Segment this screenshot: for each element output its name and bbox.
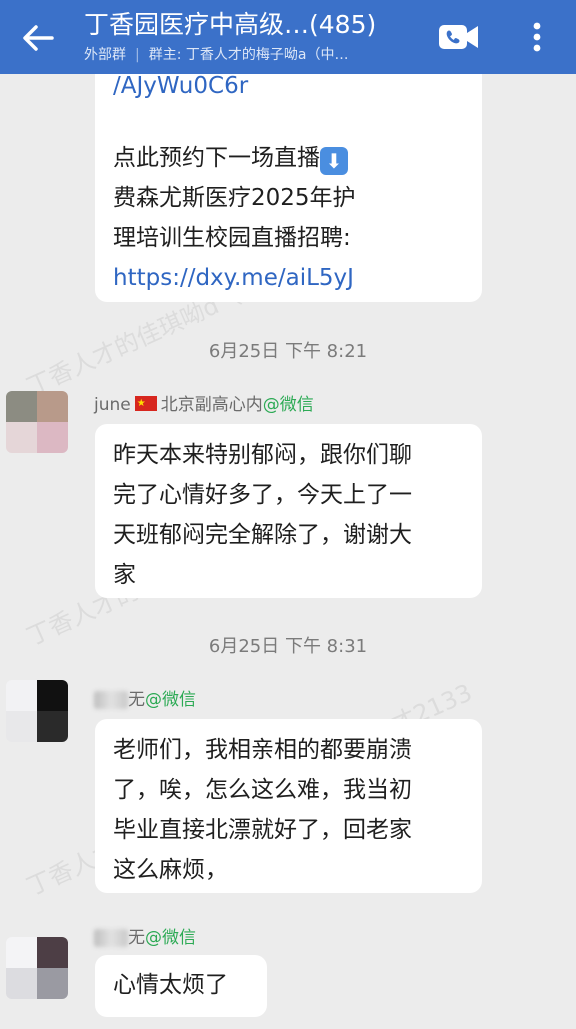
message-text: 老师们，我相亲相的都要崩溃: [113, 737, 412, 763]
group-type: 外部群: [84, 47, 126, 63]
message-text: 毕业直接北漂就好了，回老家: [113, 817, 412, 843]
group-subtitle: 外部群 | 群主: 丁香人才的梅子呦a（中…: [84, 47, 349, 63]
timestamp: 6月25日 下午 8:21: [208, 341, 368, 362]
message-bubble[interactable]: 昨天本来特别郁闷，跟你们聊 完了心情好多了，今天上了一 天班郁闷完全解除了，谢谢…: [95, 424, 482, 598]
message-text: 这么麻烦，: [113, 857, 228, 883]
message-bubble[interactable]: 心情太烦了: [95, 955, 267, 1017]
group-owner: 群主: 丁香人才的梅子呦a（中…: [148, 47, 349, 63]
blurred-name: [94, 691, 128, 709]
message-text: 理培训生校园直播招聘:: [113, 225, 351, 251]
message-text: 家: [113, 562, 136, 588]
sender-name: june北京副高心内@微信: [94, 392, 314, 417]
message-text: 了，唉，怎么这么难，我当初: [113, 777, 412, 803]
sender-name: 无@微信: [94, 926, 196, 950]
message-link[interactable]: https://dxy.me/aiL5yJ: [113, 258, 464, 298]
sender-name: 无@微信: [94, 688, 196, 712]
message-text: 天班郁闷完全解除了，谢谢大: [113, 522, 412, 548]
blurred-name: [94, 929, 128, 947]
more-vert-icon[interactable]: [522, 14, 552, 60]
chat-header: 丁香园医疗中高级…(485) 外部群 | 群主: 丁香人才的梅子呦a（中…: [0, 0, 576, 74]
chat-area: 丁香人才的佳琪呦d（小白）@丁香人才2133 丁香人才的佳琪呦d（小白）@丁香人…: [0, 0, 576, 1029]
down-arrow-emoji-icon: ⬇: [320, 147, 348, 175]
china-flag-icon: [134, 392, 157, 416]
message-text: 昨天本来特别郁闷，跟你们聊: [113, 442, 412, 468]
message-text: 完了心情好多了，今天上了一: [113, 482, 412, 508]
message-bubble[interactable]: 老师们，我相亲相的都要崩溃 了，唉，怎么这么难，我当初 毕业直接北漂就好了，回老…: [95, 719, 482, 893]
group-title[interactable]: 丁香园医疗中高级…(485): [84, 8, 414, 42]
avatar[interactable]: [6, 937, 68, 999]
avatar[interactable]: [6, 680, 68, 742]
message-text: 费森尤斯医疗2025年护: [113, 185, 356, 211]
timestamp: 6月25日 下午 8:31: [208, 636, 368, 657]
message-text: 心情太烦了: [113, 972, 228, 998]
avatar[interactable]: [6, 391, 68, 453]
video-call-icon[interactable]: [436, 20, 482, 54]
back-arrow-icon[interactable]: [16, 16, 60, 60]
message-bubble[interactable]: /AJyWu0C6r 点此预约下一场直播 ⬇ 费森尤斯医疗2025年护 理培训生校…: [95, 52, 482, 302]
message-text: 点此预约下一场直播 ⬇: [113, 138, 464, 178]
